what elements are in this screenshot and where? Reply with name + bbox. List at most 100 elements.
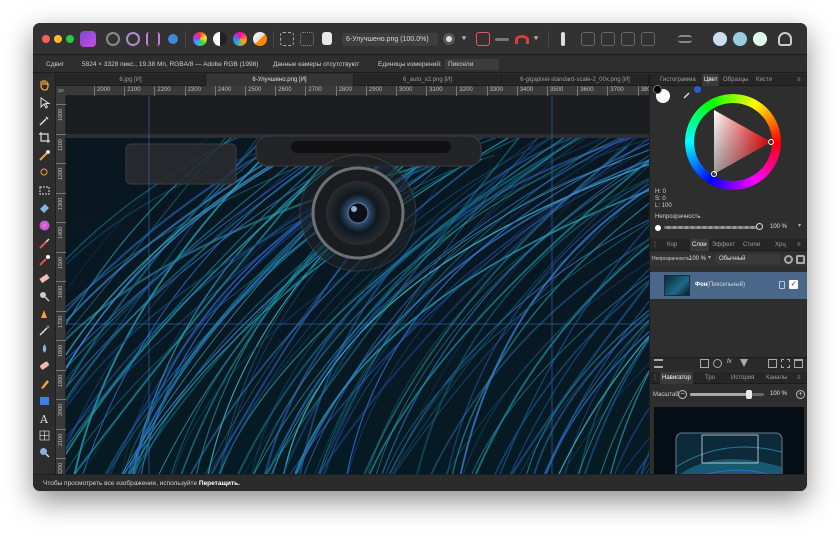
- selection-icon[interactable]: [280, 32, 294, 46]
- flood-select-tool-icon[interactable]: [38, 165, 51, 178]
- zoom-out-icon[interactable]: −: [678, 390, 687, 399]
- document-dropdown[interactable]: 6-Улучшено.png (100.0%): [342, 33, 438, 46]
- tab-adjustments[interactable]: Кор: [667, 239, 677, 251]
- doc-tab-1[interactable]: 6.jpg [И]: [56, 74, 206, 86]
- tab-histogram[interactable]: Гистограмма: [660, 74, 696, 86]
- secondary-color-swatch[interactable]: [653, 85, 662, 94]
- tab-transform[interactable]: Тро: [705, 372, 715, 384]
- mask-icon[interactable]: [443, 33, 455, 45]
- tab-channels[interactable]: Каналы: [766, 372, 787, 384]
- align-icon[interactable]: [678, 35, 692, 43]
- arrange-back-icon[interactable]: [581, 32, 595, 46]
- selection-brush-tool-icon[interactable]: [38, 149, 51, 162]
- panel-menu-icon[interactable]: ≡: [797, 239, 801, 251]
- tab-effects[interactable]: Эффект: [712, 239, 735, 251]
- deselect-icon[interactable]: [300, 32, 314, 46]
- opacity-chevron-icon[interactable]: ▾: [798, 222, 806, 232]
- pixel-tool-icon[interactable]: [38, 254, 51, 267]
- fx-icon[interactable]: fx: [727, 359, 732, 365]
- text-tool-icon[interactable]: A: [38, 412, 51, 426]
- clone-tool-icon[interactable]: [38, 307, 51, 320]
- mesh-warp-tool-icon[interactable]: [38, 429, 51, 442]
- zoom-value[interactable]: 100 %: [767, 389, 791, 399]
- add-mask-icon[interactable]: [700, 359, 709, 368]
- units-select[interactable]: Пиксели: [445, 59, 499, 70]
- opacity-slider[interactable]: [664, 226, 759, 229]
- marquee-tool-icon[interactable]: [38, 184, 51, 197]
- brush-tool-icon[interactable]: [561, 32, 565, 46]
- develop-persona-icon[interactable]: [146, 32, 160, 46]
- fill-tool-icon[interactable]: [38, 202, 51, 215]
- tab-navigator[interactable]: Навигатор: [660, 372, 693, 384]
- account-icon[interactable]: [778, 32, 792, 46]
- snapping-off-icon[interactable]: [495, 38, 509, 41]
- grid-icon[interactable]: [476, 32, 490, 46]
- zoom-slider-handle[interactable]: [746, 390, 753, 399]
- panel-menu-icon[interactable]: ≡: [797, 74, 801, 86]
- studio-icon[interactable]: [733, 32, 747, 46]
- panel-menu-icon[interactable]: ≡: [797, 372, 801, 384]
- liquify-persona-icon[interactable]: [126, 32, 140, 46]
- assistant-icon[interactable]: [713, 32, 727, 46]
- doc-tab-4[interactable]: 6-gigapixel-standard-scale-2_00x.png [И]: [502, 74, 649, 86]
- tab-layers[interactable]: Слои: [690, 239, 709, 251]
- tab-swatches[interactable]: Образцы: [723, 74, 748, 86]
- zoom-slider[interactable]: [690, 393, 764, 396]
- chevron-down-icon[interactable]: ▾: [708, 254, 711, 261]
- minimize-window-button[interactable]: [54, 35, 62, 43]
- layers-stack-icon[interactable]: [654, 359, 663, 368]
- color-mode-icon[interactable]: [694, 86, 701, 93]
- preferences-icon[interactable]: [753, 32, 767, 46]
- view-hand-tool-icon[interactable]: [38, 78, 51, 91]
- arrange-backward-icon[interactable]: [601, 32, 615, 46]
- layer-visibility-checkbox[interactable]: ✓: [789, 280, 798, 289]
- chevron-down-icon[interactable]: [461, 36, 467, 42]
- pen-tool-icon[interactable]: [38, 377, 51, 390]
- arrange-forward-icon[interactable]: [621, 32, 635, 46]
- tab-history[interactable]: История: [731, 372, 754, 384]
- maximize-window-button[interactable]: [66, 35, 74, 43]
- blur-tool-icon[interactable]: [38, 342, 51, 355]
- delete-layer-icon[interactable]: [794, 359, 803, 368]
- layer-settings-icon[interactable]: [784, 255, 793, 264]
- export-persona-icon[interactable]: [168, 34, 178, 44]
- eraser-tool-icon[interactable]: [38, 272, 51, 285]
- doc-tab-3[interactable]: 6_auto_x2.png [И]: [354, 74, 502, 86]
- tab-brushes[interactable]: Кисти: [756, 74, 772, 86]
- move-tool-icon[interactable]: [38, 96, 51, 109]
- horizontal-ruler[interactable]: 2000 2100 2200 2300 2400 2500 2600 2700 2800 2900…: [66, 86, 654, 96]
- add-folder-icon[interactable]: [768, 359, 777, 368]
- color-picker-icon[interactable]: [193, 32, 207, 46]
- gradient-tool-icon[interactable]: [38, 219, 51, 232]
- photo-persona-icon[interactable]: [106, 32, 120, 46]
- contrast-icon[interactable]: [213, 32, 227, 46]
- live-filter-icon[interactable]: [740, 359, 748, 367]
- inpainting-tool-icon[interactable]: [38, 359, 51, 372]
- hsl-icon[interactable]: [233, 32, 247, 46]
- tab-stock[interactable]: Хрц: [775, 239, 786, 251]
- eyedropper-icon[interactable]: [683, 86, 691, 99]
- doc-tab-2[interactable]: 6-Улучшено.png [И]: [206, 74, 354, 86]
- chevron-down-icon[interactable]: [533, 36, 539, 42]
- zoom-in-icon[interactable]: +: [796, 390, 805, 399]
- opacity-value[interactable]: 100 %: [767, 222, 798, 232]
- blend-mode-select[interactable]: Обычный: [716, 254, 780, 264]
- crop-tool-icon[interactable]: [38, 131, 51, 144]
- zoom-tool-icon[interactable]: [38, 446, 51, 459]
- opacity-slider-handle[interactable]: [756, 223, 763, 230]
- layer-row-background[interactable]: Фон (Пиксельный) ✓: [650, 272, 807, 299]
- color-wheel[interactable]: [685, 94, 781, 190]
- vertical-ruler[interactable]: 1000 1100 1200 1300 1400 1500 1600 1700 1800 1900…: [56, 96, 66, 475]
- paint-brush-tool-icon[interactable]: [38, 237, 51, 250]
- add-layer-icon[interactable]: [781, 359, 790, 368]
- close-window-button[interactable]: [42, 35, 50, 43]
- white-balance-icon[interactable]: [253, 32, 267, 46]
- rectangle-tool-icon[interactable]: [38, 394, 51, 407]
- snapping-magnet-icon[interactable]: [515, 35, 529, 44]
- lock-icon[interactable]: [796, 255, 805, 264]
- color-picker-tool-icon[interactable]: [38, 114, 51, 127]
- red-eye-tool-icon[interactable]: [38, 324, 51, 337]
- tab-color[interactable]: Цвет: [702, 74, 720, 86]
- adjustment-icon[interactable]: [713, 359, 722, 368]
- layer-lock-icon[interactable]: [779, 281, 785, 289]
